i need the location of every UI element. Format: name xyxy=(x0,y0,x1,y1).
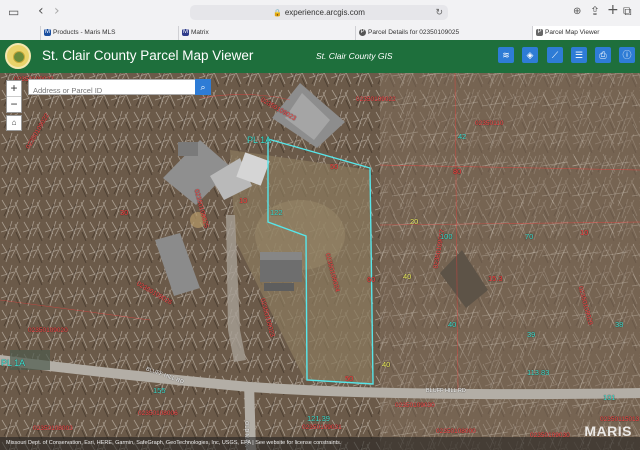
tab-label: Parcel Details for 02350109025 xyxy=(368,29,460,36)
search-input[interactable] xyxy=(29,83,197,98)
parcel-id-label: 02350109031 xyxy=(302,424,342,431)
tab-parcel-map-viewer[interactable]: P Parcel Map Viewer xyxy=(532,26,640,40)
print-icon[interactable]: ⎙ xyxy=(595,47,611,63)
app-subtitle: St. Clair County GIS xyxy=(316,51,393,61)
dimension-label: 20 xyxy=(410,217,419,226)
dimension-label: PL 1A xyxy=(1,358,26,368)
dimension-label: 113.83 xyxy=(527,368,550,377)
parcel-id-label: 02350109022 xyxy=(356,96,396,103)
dimension-label: 30 xyxy=(120,208,129,217)
dimension-label: 100 xyxy=(440,232,453,241)
layers-icon[interactable]: ≋ xyxy=(498,47,514,63)
parcel-id-label: 02350108003 xyxy=(33,425,73,432)
browser-chrome: ▭ ‹ › 🔒 experience.arcgis.com ↻ ⊕ ⇪ + ⧉ M… xyxy=(0,0,640,41)
url-text: experience.arcgis.com xyxy=(284,8,365,17)
parcel-id-label: 02350108000 xyxy=(436,428,476,435)
dimension-label: 38 xyxy=(615,320,624,329)
tab-overview-icon[interactable]: ⧉ xyxy=(623,5,632,17)
search-box[interactable]: ⌕ xyxy=(28,79,211,98)
basemap-icon[interactable]: ◈ xyxy=(522,47,538,63)
dimension-label: 10 xyxy=(580,228,589,237)
sidebar-toggle-icon[interactable]: ▭ xyxy=(8,6,19,18)
url-bar[interactable]: 🔒 experience.arcgis.com ↻ xyxy=(190,5,448,20)
maris-watermark: MARIS xyxy=(584,423,632,439)
zoom-in-button[interactable]: + xyxy=(7,81,21,97)
measure-icon[interactable]: ⟋ xyxy=(547,47,563,63)
reload-icon[interactable]: ↻ xyxy=(435,5,443,20)
dimension-label: 40 xyxy=(403,272,412,281)
tab-label: Matrix xyxy=(191,29,209,36)
search-icon[interactable]: ⌕ xyxy=(195,79,211,95)
dimension-label: 40 xyxy=(382,360,391,369)
dimension-label: 42 xyxy=(458,132,467,141)
parcel-id-label: 02350108006 xyxy=(138,410,178,417)
tab-products[interactable]: M Products - Maris MLS xyxy=(40,26,178,40)
share-icon[interactable]: ⇪ xyxy=(590,5,600,17)
dimension-label: 70 xyxy=(525,232,534,241)
browser-toolbar: ▭ ‹ › 🔒 experience.arcgis.com ↻ ⊕ ⇪ + ⧉ xyxy=(0,0,640,24)
dimension-label: 60 xyxy=(367,275,376,284)
dimension-label: 122 xyxy=(270,208,283,217)
parcel-id-label: 02350109020 xyxy=(28,327,68,334)
new-tab-icon[interactable]: + xyxy=(607,3,619,17)
map-attribution: Missouri Dept. of Conservation, Esri, HE… xyxy=(0,437,640,450)
tab-matrix[interactable]: M Matrix xyxy=(178,26,355,40)
forward-icon[interactable]: › xyxy=(54,4,60,18)
dimension-label: 10 xyxy=(239,196,248,205)
parcel-id-label: 02350115013 xyxy=(600,416,640,423)
dimension-label: 15.3 xyxy=(488,274,503,283)
tab-favicon: P xyxy=(359,29,366,36)
dimension-label: 80 xyxy=(453,167,462,176)
download-icon[interactable]: ⊕ xyxy=(573,6,581,18)
app-title: St. Clair County Parcel Map Viewer xyxy=(42,48,254,63)
tab-favicon: P xyxy=(536,29,543,36)
home-button[interactable]: ⌂ xyxy=(6,115,22,131)
back-icon[interactable]: ‹ xyxy=(38,4,44,18)
tab-favicon: M xyxy=(182,29,189,36)
aerial-imagery xyxy=(0,73,640,450)
zoom-control: + − xyxy=(6,80,22,113)
dimension-label: 40 xyxy=(448,320,457,329)
tab-label: Products - Maris MLS xyxy=(53,29,116,36)
map-view[interactable]: 0235010902202350109023023501090220235011… xyxy=(0,73,640,450)
dimension-label: 101 xyxy=(603,393,616,402)
lock-icon: 🔒 xyxy=(273,10,282,17)
zoom-out-button[interactable]: − xyxy=(7,97,21,112)
dimension-label: PL 1A xyxy=(247,135,272,145)
app-header: St. Clair County Parcel Map Viewer St. C… xyxy=(0,40,640,73)
list-icon[interactable]: ☰ xyxy=(571,47,587,63)
dimension-label: 121.39 xyxy=(307,414,330,423)
county-seal-logo xyxy=(5,43,31,69)
parcel-id-label: 02350110 xyxy=(475,120,504,127)
dimension-label: 39 xyxy=(527,330,536,339)
tab-label: Parcel Map Viewer xyxy=(545,29,600,36)
road-label: BLUFF HILL RD xyxy=(426,388,466,394)
parcel-id-label: 02350109030 xyxy=(395,402,435,409)
tab-parcel-details[interactable]: P Parcel Details for 02350109025 xyxy=(355,26,532,40)
tab-strip: M Products - Maris MLS M Matrix P Parcel… xyxy=(0,26,640,40)
dimension-label: 50 xyxy=(330,162,339,171)
info-icon[interactable]: ⓘ xyxy=(619,47,635,63)
tab-favicon: M xyxy=(44,29,51,36)
dimension-label: 50 xyxy=(345,374,354,383)
dimension-label: 155 xyxy=(153,386,166,395)
